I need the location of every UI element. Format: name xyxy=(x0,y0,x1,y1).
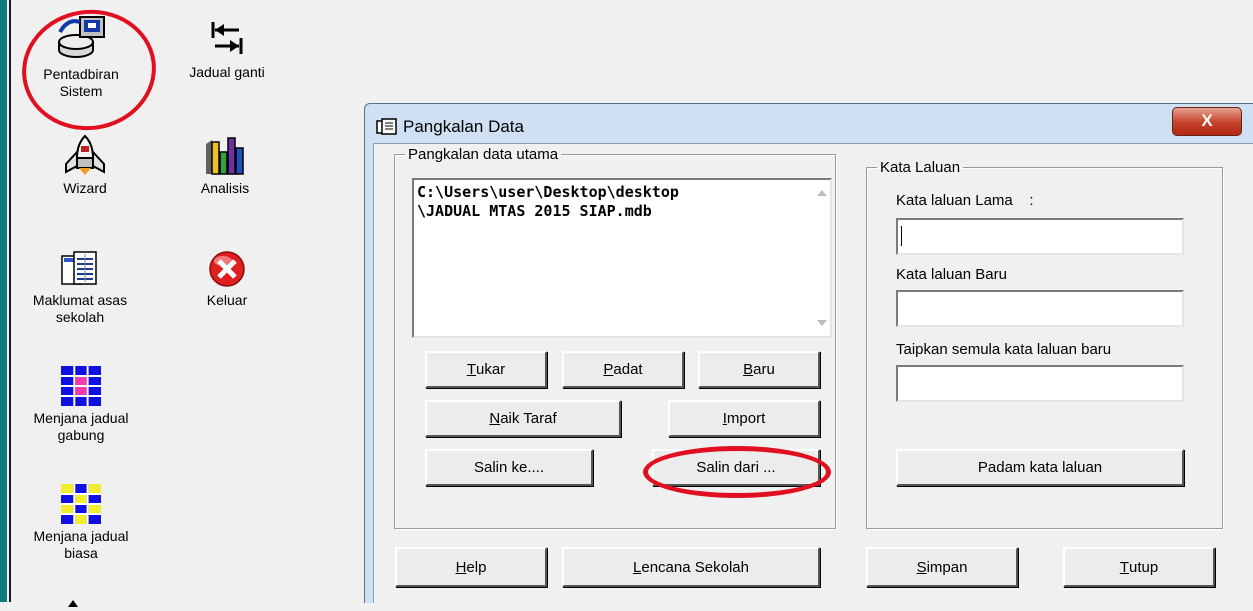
tool-pentadbiran-sistem[interactable]: Pentadbiran Sistem xyxy=(36,14,126,100)
tool-label: Analisis xyxy=(200,180,250,196)
partial-tool-icon xyxy=(66,594,80,607)
tool-label-line1: Pentadbiran xyxy=(43,66,119,82)
database-icon xyxy=(376,118,397,135)
simpan-mnemonic: S xyxy=(916,558,927,576)
padat-mnemonic: P xyxy=(603,361,614,378)
help-mnemonic: H xyxy=(455,558,467,576)
tukar-button[interactable]: Tukar xyxy=(425,351,547,388)
scroll-down-arrow-icon[interactable] xyxy=(817,320,827,326)
swap-arrows-icon xyxy=(211,22,243,54)
import-button[interactable]: Import xyxy=(668,400,820,437)
padam-kata-laluan-button[interactable]: Padam kata laluan xyxy=(896,449,1184,486)
text-caret xyxy=(901,226,902,246)
tool-wizard[interactable]: Wizard xyxy=(40,134,130,197)
grid-yellow-icon xyxy=(61,484,101,524)
tool-label: Jadual ganti xyxy=(189,64,265,80)
pangkalan-data-dialog: Pangkalan Data X Pangkalan data utama C:… xyxy=(364,103,1253,603)
tutup-label: utup xyxy=(1128,558,1159,576)
tool-keluar[interactable]: Keluar xyxy=(182,250,272,309)
baru-mnemonic: B xyxy=(743,361,754,378)
database-path-listbox[interactable]: C:\Users\user\Desktop\desktop \JADUAL MT… xyxy=(412,178,832,338)
tool-label-line1: Maklumat asas xyxy=(32,292,128,308)
listbox-scrollbar[interactable] xyxy=(813,180,830,336)
tutup-mnemonic: T xyxy=(1119,558,1129,576)
padam-kata-laluan-label: Padam kata laluan xyxy=(977,459,1103,476)
simpan-label: impan xyxy=(926,558,968,576)
tool-label-line2: gabung xyxy=(57,427,105,443)
scroll-up-arrow-icon[interactable] xyxy=(817,190,827,196)
padat-label: adat xyxy=(613,361,643,378)
dialog-title: Pangkalan Data xyxy=(403,117,524,136)
database-group-legend: Pangkalan data utama xyxy=(408,146,559,163)
computer-icon xyxy=(58,16,105,58)
tool-jadual-ganti[interactable]: Jadual ganti xyxy=(172,18,282,81)
tool-label: Wizard xyxy=(63,180,107,196)
old-password-label: Kata laluan Lama : xyxy=(896,192,1034,209)
tool-label-line2: Sistem xyxy=(59,83,103,99)
tukar-mnemonic: T xyxy=(466,361,476,378)
window-edge xyxy=(0,0,11,602)
grid-pink-icon xyxy=(61,366,101,406)
new-password-input[interactable] xyxy=(896,290,1184,327)
close-icon: X xyxy=(1201,111,1213,130)
lencana-label: encana Sekolah xyxy=(641,558,749,576)
tool-label-line2: sekolah xyxy=(55,309,105,325)
document-table-icon xyxy=(61,251,97,285)
rocket-icon xyxy=(65,134,105,175)
import-label: mport xyxy=(726,410,766,427)
tool-analisis[interactable]: Analisis xyxy=(180,136,270,197)
tool-label-line2: biasa xyxy=(64,545,98,561)
baru-label: aru xyxy=(753,361,775,378)
tool-menjana-jadual-biasa[interactable]: Menjana jadual biasa xyxy=(26,484,136,562)
close-button[interactable]: X xyxy=(1172,107,1242,136)
tool-menjana-jadual-gabung[interactable]: Menjana jadual gabung xyxy=(26,366,136,444)
path-line-1: C:\Users\user\Desktop\desktop xyxy=(417,183,679,201)
path-line-2: \JADUAL MTAS 2015 SIAP.mdb xyxy=(417,202,652,220)
bar-chart-icon xyxy=(206,137,244,175)
tukar-label: ukar xyxy=(475,361,506,378)
confirm-password-input[interactable] xyxy=(896,365,1184,402)
help-button[interactable]: Help xyxy=(395,547,547,587)
lencana-sekolah-button[interactable]: Lencana Sekolah xyxy=(562,547,820,587)
salin-dari-button[interactable]: Salin dari ... xyxy=(652,449,820,486)
password-group-legend: Kata Laluan xyxy=(880,159,961,176)
tool-label-line1: Menjana jadual xyxy=(33,410,129,426)
salin-ke-button[interactable]: Salin ke.... xyxy=(425,449,593,486)
naik-taraf-button[interactable]: Naik Taraf xyxy=(425,400,621,437)
confirm-password-label: Taipkan semula kata laluan baru xyxy=(896,341,1112,358)
padat-button[interactable]: Padat xyxy=(562,351,684,388)
old-password-input[interactable] xyxy=(896,218,1184,255)
tutup-button[interactable]: Tutup xyxy=(1063,547,1215,587)
database-path-text: C:\Users\user\Desktop\desktop \JADUAL MT… xyxy=(417,183,679,221)
simpan-button[interactable]: Simpan xyxy=(866,547,1018,587)
salin-ke-label: Salin ke.... xyxy=(473,459,545,476)
lencana-mnemonic: L xyxy=(633,558,642,576)
naik-taraf-label: aik Taraf xyxy=(500,410,557,427)
tool-label-line1: Menjana jadual xyxy=(33,528,129,544)
help-label: elp xyxy=(466,558,487,576)
tool-label: Keluar xyxy=(206,292,248,308)
dialog-client-area: Pangkalan data utama C:\Users\user\Deskt… xyxy=(373,143,1253,603)
tool-maklumat-asas-sekolah[interactable]: Maklumat asas sekolah xyxy=(20,250,140,326)
baru-button[interactable]: Baru xyxy=(698,351,820,388)
red-x-icon xyxy=(209,251,245,287)
salin-dari-label: Salin dari ... xyxy=(696,459,776,476)
naik-taraf-mnemonic: N xyxy=(489,410,501,427)
new-password-label: Kata laluan Baru xyxy=(896,266,1007,283)
